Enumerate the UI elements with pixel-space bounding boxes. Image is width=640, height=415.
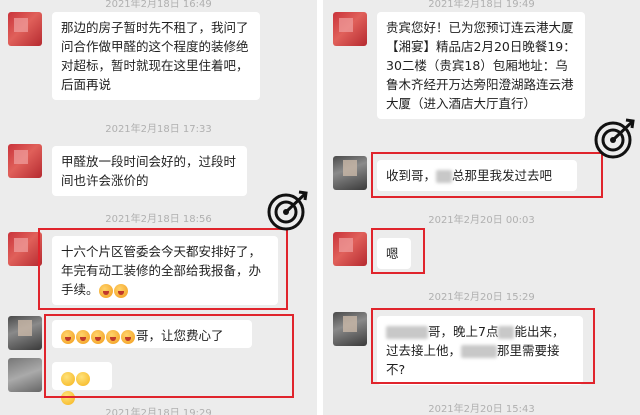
avatar[interactable] xyxy=(8,12,42,46)
highlight-box xyxy=(38,228,288,310)
target-logo-icon xyxy=(267,190,308,231)
highlight-box xyxy=(371,152,603,198)
timestamp: 2021年2月18日 16:49 xyxy=(105,0,212,10)
message-bubble: 那边的房子暂时先不租了，我问了问合作做甲醛的这个程度的装修绝对超标，暂时就现在这… xyxy=(52,12,260,100)
timestamp: 2021年2月18日 17:33 xyxy=(105,124,212,135)
avatar[interactable] xyxy=(333,12,367,46)
chat-panel-left: 2021年2月18日 16:49 那边的房子暂时先不租了，我问了问合作做甲醛的这… xyxy=(0,0,317,415)
timestamp: 2021年2月20日 00:03 xyxy=(428,215,535,226)
timestamp: 2021年2月18日 19:29 xyxy=(105,408,212,415)
avatar[interactable] xyxy=(8,358,42,392)
timestamp: 2021年2月20日 15:29 xyxy=(428,292,535,303)
timestamp: 2021年2月20日 15:43 xyxy=(428,404,535,415)
highlight-box xyxy=(371,228,425,274)
avatar[interactable] xyxy=(333,312,367,346)
target-logo-icon xyxy=(594,118,635,159)
avatar[interactable] xyxy=(333,232,367,266)
avatar[interactable] xyxy=(333,156,367,190)
avatar[interactable] xyxy=(8,316,42,350)
message-bubble: 甲醛放一段时间会好的，过段时间也许会涨价的 xyxy=(52,146,247,196)
highlight-box xyxy=(44,314,294,398)
avatar[interactable] xyxy=(8,232,42,266)
message-bubble: 贵宾您好！已为您预订连云港大厦【湘宴】精品店2月20日晚餐19：30二楼（贵宾1… xyxy=(377,12,585,119)
timestamp: 2021年2月18日 19:49 xyxy=(428,0,535,10)
chat-panel-right: 2021年2月18日 19:49 贵宾您好！已为您预订连云港大厦【湘宴】精品店2… xyxy=(323,0,640,415)
avatar[interactable] xyxy=(8,144,42,178)
highlight-box xyxy=(371,308,595,384)
